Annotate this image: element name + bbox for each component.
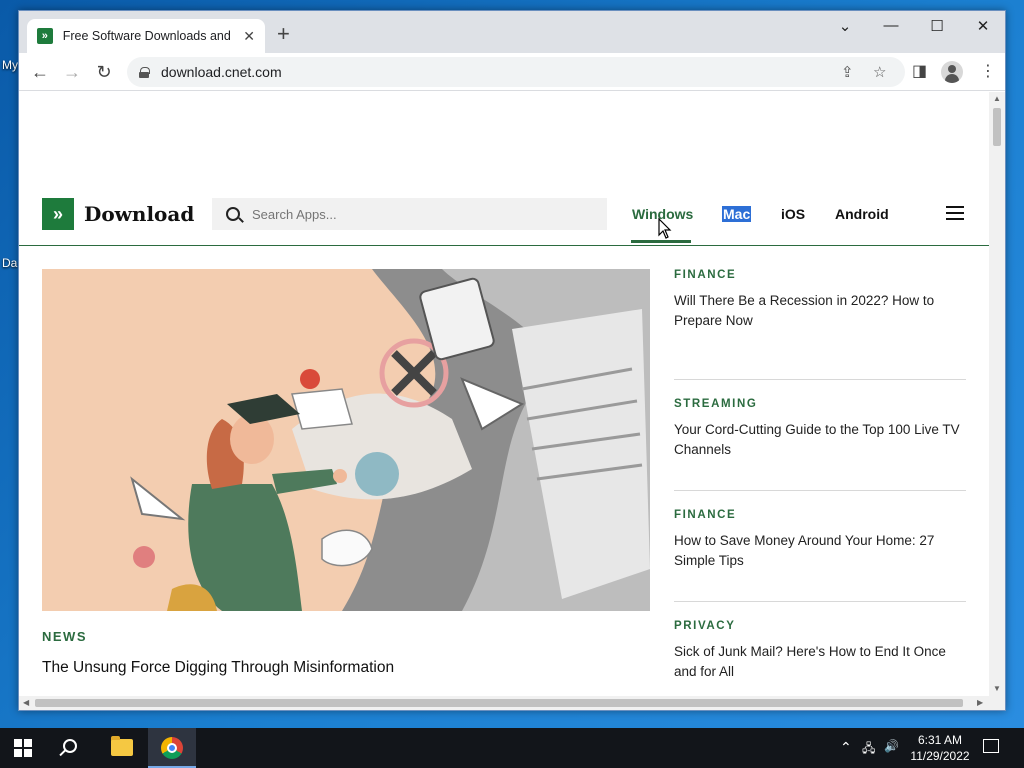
horizontal-scrollbar[interactable]: ◀ ▶ (19, 696, 1005, 710)
article-category[interactable]: FINANCE (674, 509, 966, 521)
clock-time: 6:31 AM (917, 733, 963, 747)
article-headline-link[interactable]: How to Save Money Around Your Home: 27 S… (674, 531, 966, 571)
active-tab-indicator (631, 240, 691, 243)
article-category[interactable]: STREAMING (674, 398, 966, 410)
article-category[interactable]: FINANCE (674, 269, 966, 281)
desktop-icon-label[interactable]: Da (2, 256, 17, 270)
clock-date: 11/29/2022 (910, 749, 970, 763)
scroll-right-arrow-icon[interactable]: ▶ (977, 698, 983, 707)
back-arrow-icon[interactable]: ← (27, 59, 53, 85)
app-search-box[interactable] (212, 198, 607, 230)
bookmark-star-icon[interactable]: ☆ (873, 63, 886, 81)
notification-center-icon[interactable] (983, 739, 999, 753)
download-favicon-icon: » (37, 28, 53, 44)
scroll-left-arrow-icon[interactable]: ◀ (23, 698, 29, 707)
system-clock[interactable]: 6:31 AM 11/29/2022 (906, 732, 974, 764)
horizontal-scroll-thumb[interactable] (35, 699, 963, 707)
close-window-icon[interactable]: ✕ (960, 17, 1005, 35)
lock-icon[interactable] (139, 66, 150, 78)
browser-menu-icon[interactable]: ⋮ (980, 61, 996, 81)
minimize-icon[interactable]: — (868, 17, 914, 34)
desktop-icon-label[interactable]: My (2, 58, 18, 72)
tab-strip: » Free Software Downloads and Re ✕ + ⌄ —… (19, 11, 1005, 53)
mouse-pointer-icon (658, 218, 672, 239)
maximize-icon[interactable]: ☐ (914, 17, 960, 35)
download-logo-icon[interactable]: » (42, 198, 74, 230)
platform-tab-android[interactable]: Android (835, 206, 889, 222)
hero-headline-link[interactable]: The Unsung Force Digging Through Misinfo… (42, 659, 394, 677)
browser-toolbar: ← → ↻ download.cnet.com ⇪ ☆ ◨ ⋮ (19, 53, 1005, 91)
hero-illustration (130, 269, 650, 611)
search-icon (226, 207, 240, 221)
vertical-scrollbar[interactable]: ▲ ▼ (989, 92, 1005, 696)
chrome-icon (161, 737, 183, 759)
network-icon[interactable]: 🖧 (862, 739, 875, 760)
hero-category-label[interactable]: NEWS (42, 629, 87, 644)
address-bar[interactable]: download.cnet.com ⇪ ☆ (127, 57, 905, 87)
browser-window: » Free Software Downloads and Re ✕ + ⌄ —… (18, 10, 1006, 711)
profile-avatar-icon[interactable] (941, 61, 963, 83)
site-header: » Download Windows Mac iOS Android (19, 196, 989, 246)
site-logo-text[interactable]: Download (84, 202, 194, 226)
tab-title: Free Software Downloads and Re (62, 29, 236, 43)
list-item: STREAMING Your Cord-Cutting Guide to the… (674, 380, 966, 491)
taskbar-search-icon[interactable] (63, 739, 77, 753)
tab-search-chevron-icon[interactable]: ⌄ (822, 17, 868, 35)
platform-tab-mac[interactable]: Mac (722, 206, 752, 222)
browser-tab[interactable]: » Free Software Downloads and Re ✕ (27, 19, 265, 53)
side-panel-icon[interactable]: ◨ (912, 61, 927, 81)
taskbar: ⌃ 🖧 🔊 6:31 AM 11/29/2022 (0, 728, 1024, 768)
article-headline-link[interactable]: Will There Be a Recession in 2022? How t… (674, 291, 966, 331)
windows-start-icon[interactable] (14, 739, 32, 757)
chrome-taskbar-button[interactable] (148, 728, 196, 768)
list-item: FINANCE How to Save Money Around Your Ho… (674, 491, 966, 602)
new-tab-icon[interactable]: + (277, 23, 290, 45)
tray-chevron-icon[interactable]: ⌃ (840, 739, 852, 756)
tab-close-icon[interactable]: ✕ (243, 28, 255, 45)
article-headline-link[interactable]: Sick of Junk Mail? Here's How to End It … (674, 642, 966, 682)
vertical-scroll-thumb[interactable] (993, 108, 1001, 146)
scroll-down-arrow-icon[interactable]: ▼ (993, 684, 1001, 693)
platform-tab-ios[interactable]: iOS (781, 206, 805, 222)
reload-icon[interactable]: ↻ (91, 59, 117, 85)
hero-image[interactable] (42, 269, 650, 611)
list-item: FINANCE Will There Be a Recession in 202… (674, 269, 966, 380)
scroll-up-arrow-icon[interactable]: ▲ (993, 94, 1001, 103)
hamburger-menu-icon[interactable] (946, 206, 964, 220)
article-category[interactable]: PRIVACY (674, 620, 966, 632)
page-viewport: » Download Windows Mac iOS Android (19, 92, 989, 696)
search-input[interactable] (252, 206, 582, 222)
share-icon[interactable]: ⇪ (841, 63, 854, 81)
trending-list: FINANCE Will There Be a Recession in 202… (674, 269, 966, 696)
file-explorer-icon[interactable] (111, 736, 133, 756)
list-item: PRIVACY Sick of Junk Mail? Here's How to… (674, 602, 966, 696)
volume-icon[interactable]: 🔊 (884, 739, 899, 753)
article-headline-link[interactable]: Your Cord-Cutting Guide to the Top 100 L… (674, 420, 966, 460)
url-text[interactable]: download.cnet.com (161, 64, 282, 80)
forward-arrow-icon[interactable]: → (59, 59, 85, 85)
